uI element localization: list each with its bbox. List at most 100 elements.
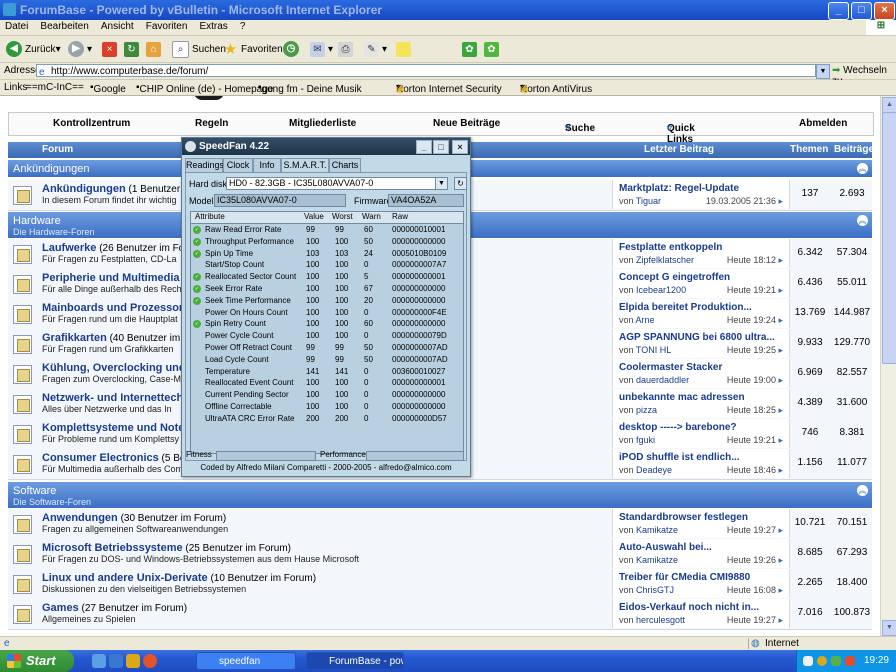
go-to-post-icon[interactable]: ▸	[778, 285, 783, 295]
address-input[interactable]: e http://www.computerbase.de/forum/	[36, 64, 816, 78]
smart-row[interactable]: Reallocated Event Count 100 100 0 0000000000…	[191, 378, 463, 389]
forum-link[interactable]: Anwendungen	[42, 512, 118, 524]
forum-link[interactable]: Komplettsysteme und Notebo	[42, 422, 198, 434]
go-to-post-icon[interactable]: ▸	[778, 435, 783, 445]
nav-mitgliederliste[interactable]: Mitgliederliste	[289, 118, 356, 129]
author-link[interactable]: Deadeye	[636, 465, 672, 475]
col-raw[interactable]: Raw	[392, 212, 408, 221]
nav-regeln[interactable]: Regeln	[195, 118, 228, 129]
tab-info[interactable]: Info	[253, 158, 281, 172]
notes-button[interactable]	[396, 40, 414, 58]
link-gong[interactable]: ▪ gong fm - Deine Musik	[258, 82, 362, 95]
author-link[interactable]: herculesgott	[636, 615, 685, 625]
smart-row[interactable]: Temperature 141 141 0 003600010027	[191, 367, 463, 378]
forum-link[interactable]: Kühlung, Overclocking und Ge	[42, 362, 203, 374]
last-post-title[interactable]: Elpida bereitet Produktion...	[619, 302, 752, 313]
icq-button[interactable]: ✿	[484, 40, 502, 58]
smart-row[interactable]: ✓ Spin Up Time 103 103 24 0005010B0109	[191, 249, 463, 260]
author-link[interactable]: Kamikatze	[636, 555, 678, 565]
forward-button[interactable]: ▶ ▾	[68, 40, 92, 58]
speedfan-restore-button[interactable]: □	[433, 140, 449, 154]
scroll-up-arrow[interactable]: ▲	[882, 97, 896, 113]
collapse-icon[interactable]: ︽	[857, 215, 868, 226]
last-post-title[interactable]: AGP SPANNUNG bei 6800 ultra...	[619, 332, 775, 343]
edit-button[interactable]: ✎ ▾	[364, 40, 387, 58]
col-worst[interactable]: Worst	[332, 212, 353, 221]
go-to-post-icon[interactable]: ▸	[778, 196, 783, 206]
author-link[interactable]: Icebear1200	[636, 285, 686, 295]
forum-link[interactable]: Grafikkarten	[42, 332, 107, 344]
tray-icon[interactable]	[803, 656, 813, 666]
author-link[interactable]: Arne	[636, 315, 655, 325]
last-post-title[interactable]: Treiber für CMedia CMI9880	[619, 572, 750, 583]
menu-extras[interactable]: Extras	[194, 20, 231, 32]
vertical-scrollbar[interactable]: ▲ ▼	[880, 96, 896, 636]
smart-row[interactable]: Current Pending Sector 100 100 0 00000000000…	[191, 390, 463, 401]
minimize-button[interactable]: _	[828, 2, 849, 20]
menu-bearbeiten[interactable]: Bearbeiten	[35, 20, 92, 32]
go-to-post-icon[interactable]: ▸	[778, 345, 783, 355]
forum-link[interactable]: Games	[42, 602, 79, 614]
task-speedfan[interactable]: speedfan	[196, 652, 296, 670]
forum-link[interactable]: Mainboards und Prozessoren	[42, 302, 196, 314]
smart-row[interactable]: Load Cycle Count 99 99 50 0000000007AD	[191, 355, 463, 366]
forum-link[interactable]: Ankündigungen	[42, 183, 126, 195]
last-post-title[interactable]: unbekannte mac adressen	[619, 392, 745, 403]
author-link[interactable]: Kamikatze	[636, 525, 678, 535]
scrollbar-thumb[interactable]	[882, 112, 896, 364]
home-button[interactable]: ⌂	[146, 40, 164, 58]
smart-row[interactable]: Start/Stop Count 100 100 0 0000000007A7	[191, 260, 463, 271]
last-post-title[interactable]: Standardbrowser festlegen	[619, 512, 748, 523]
go-to-post-icon[interactable]: ▸	[778, 315, 783, 325]
go-to-post-icon[interactable]: ▸	[778, 585, 783, 595]
author-link[interactable]: dauerdaddler	[636, 375, 689, 385]
author-link[interactable]: TONI HL	[636, 345, 671, 355]
harddisk-select[interactable]: HD0 - 82.3GB - IC35L080AVVA07-0 ▼	[226, 177, 448, 190]
go-to-post-icon[interactable]: ▸	[778, 525, 783, 535]
col-value[interactable]: Value	[304, 212, 324, 221]
history-button[interactable]: ◷	[283, 40, 302, 58]
smart-row[interactable]: ✓ Throughput Performance 100 100 50 000000000…	[191, 237, 463, 248]
address-dropdown[interactable]: ▼	[816, 64, 830, 79]
last-post-title[interactable]: Festplatte entkoppeln	[619, 242, 722, 253]
tray-icon[interactable]	[831, 656, 841, 666]
smart-row[interactable]: Power On Hours Count 100 100 0 000000000F4E	[191, 308, 463, 319]
tray-icon[interactable]	[845, 656, 855, 666]
author-link[interactable]: pizza	[636, 405, 657, 415]
stop-button[interactable]: ×	[102, 40, 120, 58]
last-post-title[interactable]: Concept G eingetroffen	[619, 272, 730, 283]
author-link[interactable]: ChrisGTJ	[636, 585, 674, 595]
mail-button[interactable]: ✉ ▾	[310, 40, 333, 58]
start-button[interactable]: Start	[0, 650, 74, 672]
smart-row[interactable]: UltraATA CRC Error Rate 200 200 0 000000000D…	[191, 414, 463, 425]
forum-link[interactable]: Netzwerk- und Internettechni	[42, 392, 193, 404]
speedfan-close-button[interactable]: ×	[452, 140, 468, 154]
col-attribute[interactable]: Attribute	[195, 212, 225, 221]
tab-charts[interactable]: Charts	[329, 158, 361, 172]
menu-help[interactable]: ?	[235, 20, 250, 32]
last-post-title[interactable]: Auto-Auswahl bei...	[619, 542, 712, 553]
ie-quicklaunch-icon[interactable]	[109, 654, 123, 668]
last-post-title[interactable]: Coolermaster Stacker	[619, 362, 722, 373]
search-button[interactable]: ⌕ Suchen	[172, 40, 226, 58]
collapse-icon[interactable]: ︽	[857, 485, 868, 496]
go-to-post-icon[interactable]: ▸	[778, 405, 783, 415]
maximize-button[interactable]: □	[851, 2, 872, 20]
last-post-title[interactable]: desktop -----> barebone?	[619, 422, 737, 433]
tab-smart[interactable]: S.M.A.R.T.	[281, 158, 329, 173]
forum-link[interactable]: Consumer Electronics	[42, 452, 159, 464]
forum-link[interactable]: Peripherie und Multimedia	[42, 272, 180, 284]
refresh-button[interactable]: ↻	[124, 40, 142, 58]
refresh-disk-button[interactable]: ↻	[454, 177, 467, 190]
menu-favoriten[interactable]: Favoriten	[141, 20, 192, 32]
go-to-post-icon[interactable]: ▸	[778, 615, 783, 625]
author-link[interactable]: Zipfelklatscher	[636, 255, 694, 265]
scroll-down-arrow[interactable]: ▼	[882, 620, 896, 636]
forum-link[interactable]: Linux und andere Unix-Derivate	[42, 572, 208, 584]
smart-attribute-table[interactable]: Attribute Value Worst Warn Raw ✓ Raw Read…	[190, 211, 464, 454]
go-to-post-icon[interactable]: ▸	[778, 465, 783, 475]
smart-row[interactable]: ✓ Reallocated Sector Count 100 100 5 00000000…	[191, 272, 463, 283]
nav-neue-beitraege[interactable]: Neue Beiträge	[433, 118, 500, 129]
speedfan-minimize-button[interactable]: _	[416, 140, 432, 154]
collapse-icon[interactable]: ︽	[857, 163, 868, 174]
